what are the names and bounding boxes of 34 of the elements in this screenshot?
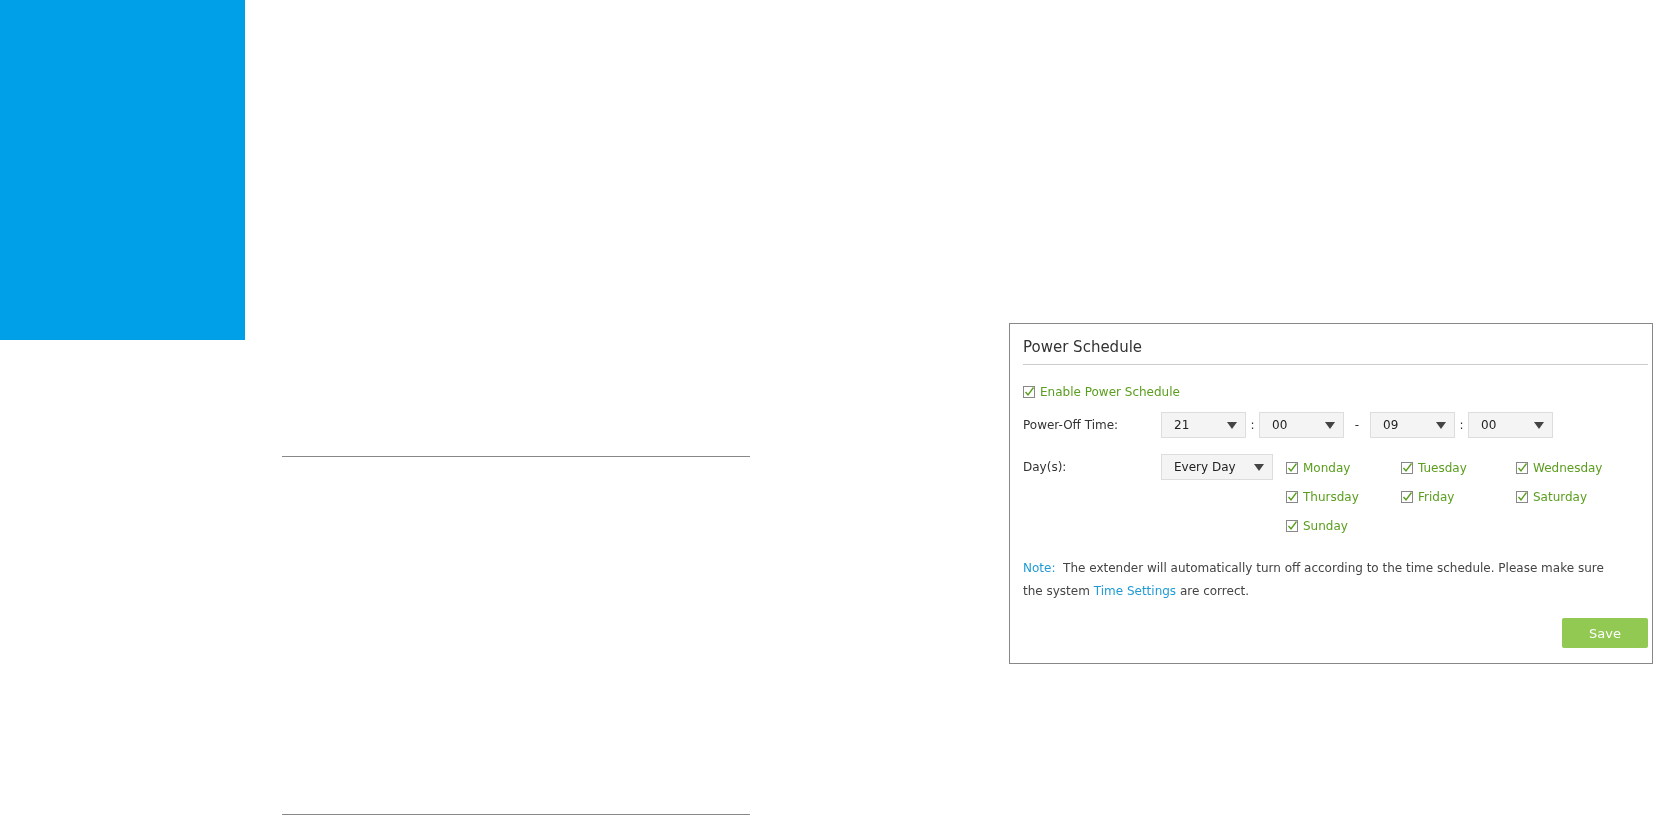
separator: - [1353, 418, 1361, 432]
checkbox[interactable] [1023, 386, 1035, 398]
field-label: Power-Off Time: [1023, 417, 1120, 434]
caret-icon [1227, 421, 1237, 429]
caret-icon [1254, 463, 1264, 471]
checkbox[interactable] [1286, 520, 1298, 532]
dropdown[interactable]: 21 [1161, 412, 1246, 438]
checkbox-label: Thursday [1303, 490, 1359, 504]
checkbox[interactable] [1286, 462, 1298, 474]
checkbox[interactable] [1516, 462, 1528, 474]
caret-icon [1436, 421, 1446, 429]
separator: : [1458, 418, 1465, 432]
checkbox[interactable] [1401, 462, 1413, 474]
checkbox[interactable] [1516, 491, 1528, 503]
separator: : [1249, 418, 1256, 432]
checkbox-label: Monday [1303, 461, 1351, 475]
checkbox-label: Friday [1418, 490, 1455, 504]
checkbox[interactable] [1401, 491, 1413, 503]
dropdown[interactable]: 00 [1259, 412, 1344, 438]
checkbox[interactable] [1286, 491, 1298, 503]
caret-icon [1325, 421, 1335, 429]
dropdown[interactable]: Every Day [1161, 454, 1273, 480]
caret-icon [1534, 421, 1544, 429]
panel-title: Power Schedule [1023, 324, 1648, 365]
checkbox-label: Sunday [1303, 519, 1348, 533]
checkbox-label: Enable Power Schedule [1040, 385, 1180, 399]
note-text: Note: The extender will automatically turn off according to the time schedule. Please make sure the system Time Settings are correct. [1023, 560, 1605, 600]
note-label: Note: [1023, 561, 1056, 575]
dropdown[interactable]: 00 [1468, 412, 1553, 438]
dropdown[interactable]: 09 [1370, 412, 1455, 438]
checkbox-label: Saturday [1533, 490, 1588, 504]
checkbox-label: Wednesday [1533, 461, 1603, 475]
field-label: Day(s): [1023, 459, 1068, 476]
checkbox-label: Tuesday [1418, 461, 1467, 475]
